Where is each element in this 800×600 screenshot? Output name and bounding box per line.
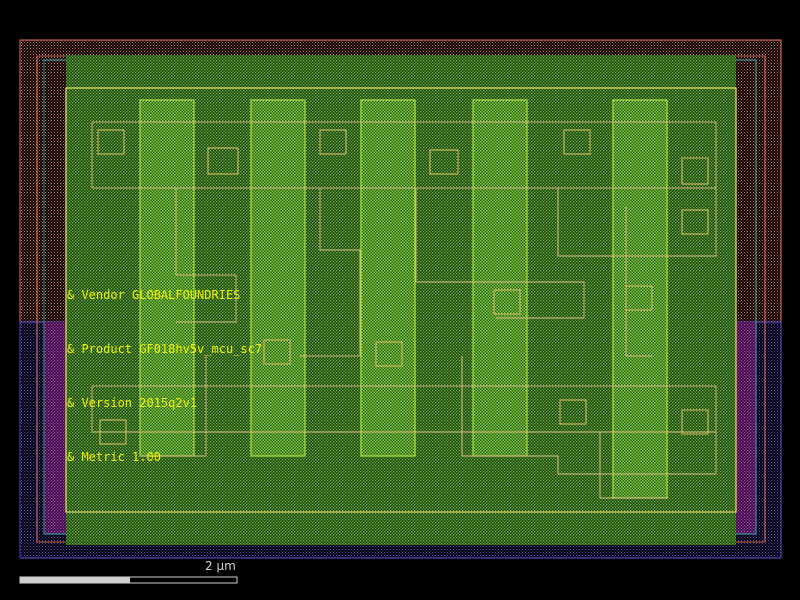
product-label: & Product GF018hv5v_mcu_sc7 xyxy=(67,342,262,356)
vendor-label: & Vendor GLOBALFOUNDRIES xyxy=(67,288,240,302)
cell-layout: & Vendor GLOBALFOUNDRIES & Product GF018… xyxy=(19,39,782,584)
diffusion-left xyxy=(44,322,68,534)
layout-viewer-canvas[interactable]: & Vendor GLOBALFOUNDRIES & Product GF018… xyxy=(0,0,800,600)
diffusion-right xyxy=(736,322,756,534)
scale-bar: 2 µm xyxy=(19,559,238,584)
scale-bar-label: 2 µm xyxy=(205,559,236,573)
version-label: & Version 2015q2v1 xyxy=(67,396,197,410)
metric-label: & Metric 1.00 xyxy=(67,450,161,464)
